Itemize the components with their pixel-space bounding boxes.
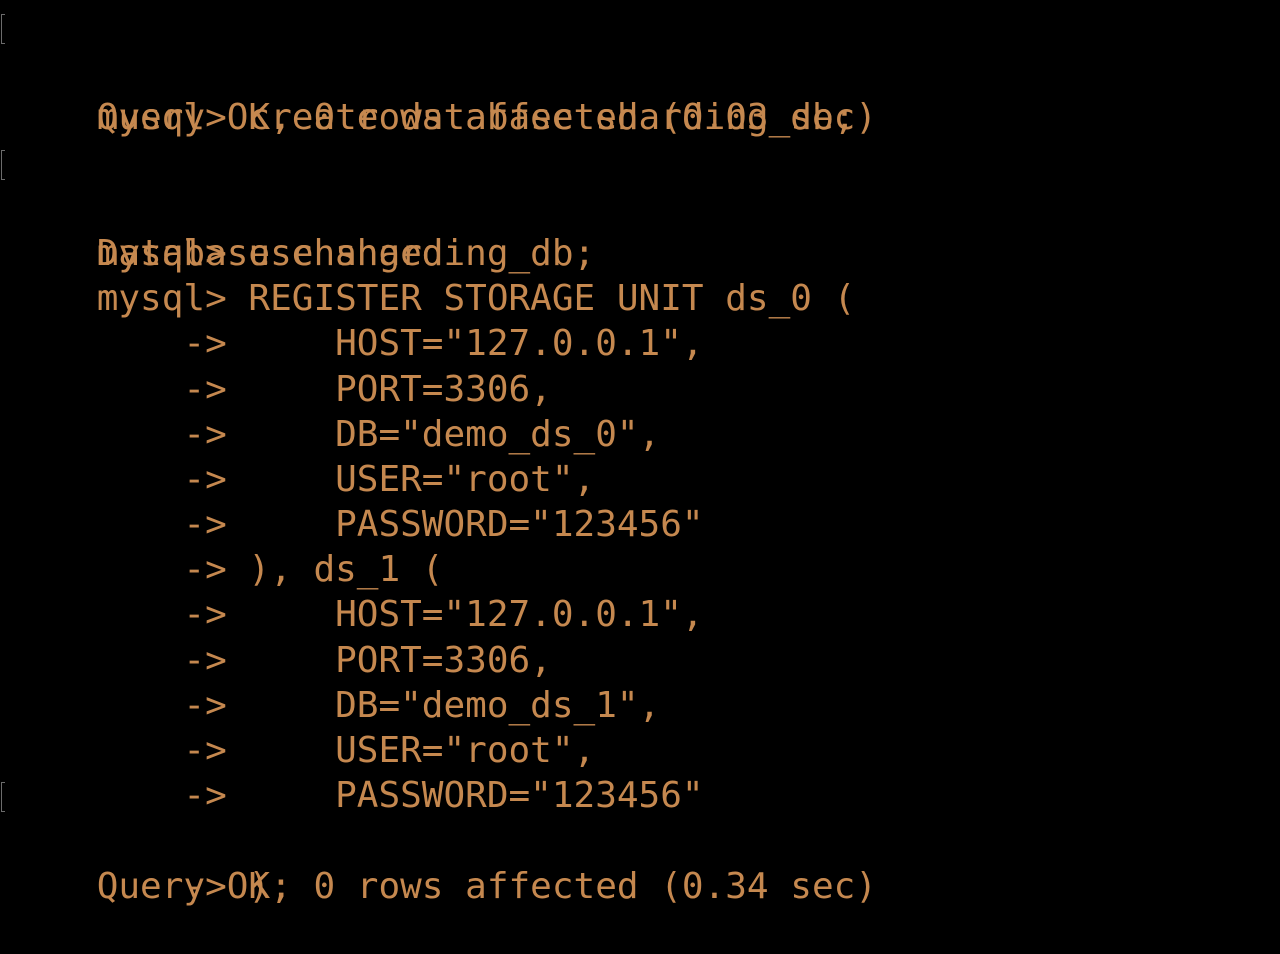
command-mark [1, 782, 5, 813]
terminal-line: -> ), ds_1 ( [0, 502, 1280, 590]
terminal-line: -> HOST="127.0.0.1", [0, 276, 1280, 364]
terminal-line: Query OK, 0 rows affected (0.03 sec) [0, 50, 1280, 138]
terminal-line: mysql> REGISTER STORAGE UNIT ds_0 ( [0, 231, 1280, 319]
terminal-line: -> PASSWORD="123456" [0, 457, 1280, 545]
terminal-line: -> PORT=3306, [0, 321, 1280, 410]
terminal-line: -> DB="demo_ds_1", [0, 638, 1280, 726]
terminal-line: -> ); [0, 773, 1280, 907]
terminal-line: -> USER="root", [0, 683, 1280, 771]
terminal-line: mysql> use sharding_db; [0, 141, 1280, 274]
terminal-output[interactable]: mysql> create database sharding_db; Quer… [0, 0, 1280, 907]
terminal-line: -> HOST="127.0.0.1", [0, 547, 1280, 635]
terminal-line: -> PORT=3306, [0, 592, 1280, 681]
terminal-line: Query OK, 0 rows affected (0.34 sec) [0, 818, 1280, 907]
terminal-line: -> DB="demo_ds_0", [0, 367, 1280, 455]
terminal-line: Database changed [0, 186, 1280, 274]
command-mark [1, 14, 5, 44]
terminal-line: -> PASSWORD="123456" [0, 728, 1280, 816]
terminal-line-text: Query OK, 0 rows affected (0.34 sec) [96, 865, 877, 907]
terminal-line: mysql> create database sharding_db; [0, 5, 1280, 138]
command-mark [1, 149, 5, 180]
terminal-line: -> USER="root", [0, 412, 1280, 500]
